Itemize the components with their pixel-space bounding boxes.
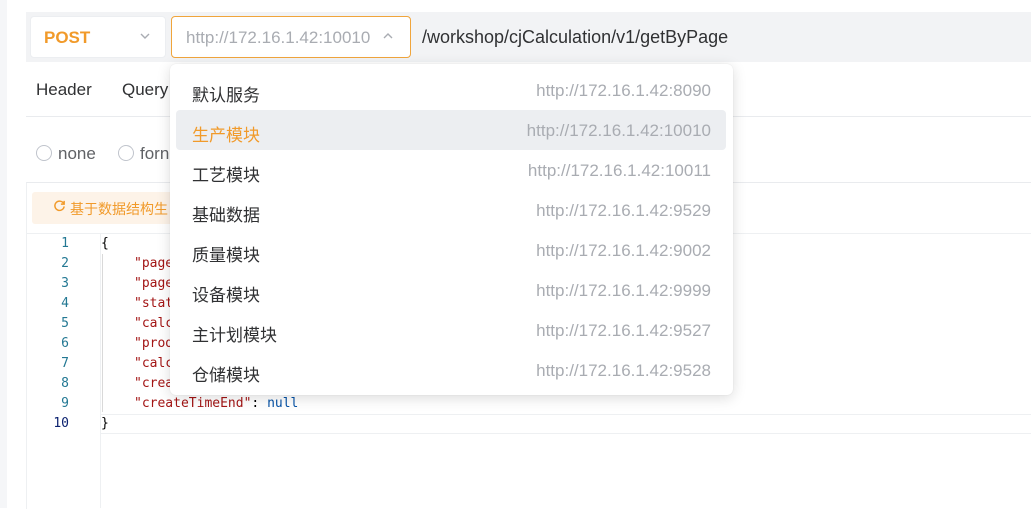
tab-header[interactable]: Header [36,80,92,100]
tab-query[interactable]: Query [122,80,168,100]
code-line: "stat [134,296,174,311]
server-option-url: http://172.16.1.42:9002 [536,241,711,260]
server-option-url: http://172.16.1.42:10011 [527,161,711,180]
generate-from-schema-button[interactable]: 基于数据结构生 [32,192,186,224]
code-line: } [101,416,109,431]
request-path[interactable]: /workshop/cjCalculation/v1/getByPage [422,27,728,48]
line-number: 9 [61,396,69,411]
server-option-warehouse[interactable]: 仓储模块 http://172.16.1.42:9528 [176,350,726,390]
server-option-name: 工艺模块 [192,166,260,185]
server-option-name: 仓储模块 [192,366,260,385]
method-label: POST [44,28,91,47]
server-option-url: http://172.16.1.42:9527 [536,321,711,340]
server-dropdown-menu: 默认服务 http://172.16.1.42:8090 生产模块 http:/… [170,64,733,395]
server-option-process[interactable]: 工艺模块 http://172.16.1.42:10011 [176,150,726,190]
server-option-basic-data[interactable]: 基础数据 http://172.16.1.42:9529 [176,190,726,230]
radio-circle [118,145,134,161]
server-option-name: 基础数据 [192,206,260,225]
server-option-production[interactable]: 生产模块 http://172.16.1.42:10010 [176,110,726,150]
server-option-name: 质量模块 [192,246,260,265]
indent-guide [102,254,103,412]
method-select[interactable]: POST [30,16,166,58]
radio-none-label: none [58,144,96,163]
code-line: "calc [134,356,174,371]
server-option-url: http://172.16.1.42:9529 [536,201,711,220]
line-number: 4 [61,296,69,311]
line-number: 10 [53,416,69,431]
line-number: 8 [61,376,69,391]
code-line: "prod [134,336,174,351]
server-option-name: 设备模块 [192,286,260,305]
line-number: 5 [61,316,69,331]
server-option-quality[interactable]: 质量模块 http://172.16.1.42:9002 [176,230,726,270]
current-line-highlight [101,414,1031,434]
server-option-default[interactable]: 默认服务 http://172.16.1.42:8090 [176,70,726,110]
code-line: "crea [134,376,174,391]
server-option-name: 默认服务 [192,86,260,105]
code-line: "page [134,256,174,271]
radio-form-label: forn [140,144,170,163]
line-number: 2 [61,256,69,271]
generate-button-label: 基于数据结构生 [70,201,168,217]
radio-circle [36,145,52,161]
gutter-divider [100,234,101,508]
code-line: "createTimeEnd": null [134,396,299,411]
server-option-master-plan[interactable]: 主计划模块 http://172.16.1.42:9527 [176,310,726,350]
server-option-url: http://172.16.1.42:9528 [536,361,711,380]
server-select[interactable]: http://172.16.1.42:10010 [171,16,411,58]
line-number: 6 [61,336,69,351]
left-edge-strip [0,0,7,508]
server-option-name: 生产模块 [192,126,260,145]
server-option-url: http://172.16.1.42:9999 [536,281,711,300]
radio-form[interactable]: forn [118,144,169,164]
radio-none[interactable]: none [36,144,96,164]
refresh-icon [53,199,66,215]
server-option-url: http://172.16.1.42:10010 [526,121,711,140]
server-option-equipment[interactable]: 设备模块 http://172.16.1.42:9999 [176,270,726,310]
chevron-up-icon [382,29,394,48]
code-line: "page [134,276,174,291]
code-line: { [101,236,109,251]
code-line: "calc [134,316,174,331]
server-option-name: 主计划模块 [192,326,277,345]
server-option-url: http://172.16.1.42:8090 [536,81,711,100]
chevron-down-icon [139,29,151,48]
line-number: 7 [61,356,69,371]
line-number: 1 [61,236,69,251]
server-url-value: http://172.16.1.42:10010 [186,28,371,47]
line-number: 3 [61,276,69,291]
